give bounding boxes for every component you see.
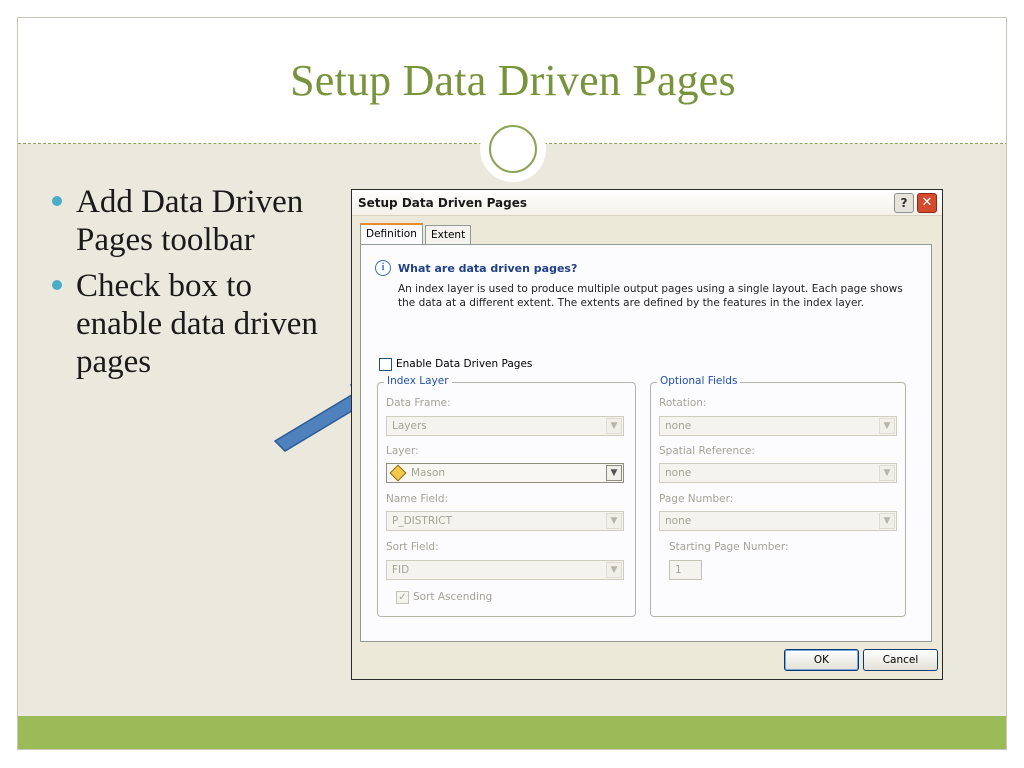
info-icon: i [375,260,391,276]
sort-ascending-label[interactable]: Sort Ascending [413,591,492,603]
slide-title: Setup Data Driven Pages [290,56,736,105]
dialog-title: Setup Data Driven Pages [358,196,528,210]
definition-panel: i What are data driven pages? An index l… [360,244,932,642]
rotation-label: Rotation: [659,397,707,409]
help-icon[interactable]: ? [894,193,914,213]
index-layer-legend: Index Layer [384,375,452,387]
sort-field-label: Sort Field: [386,541,439,553]
bullet-list: Add Data Driven Pages toolbar Check box … [48,183,338,389]
rotation-select[interactable]: none ▼ [659,416,897,436]
sort-field-value: FID [392,564,410,576]
data-frame-label: Data Frame: [386,397,451,409]
bullet-item: Add Data Driven Pages toolbar [48,183,338,259]
chevron-down-icon[interactable]: ▼ [606,513,622,529]
page-number-label: Page Number: [659,493,734,505]
enable-ddp-label[interactable]: Enable Data Driven Pages [396,358,532,370]
slide: Setup Data Driven Pages Add Data Driven … [17,17,1007,750]
enable-ddp-checkbox[interactable] [379,358,392,371]
tab-extent[interactable]: Extent [425,225,472,244]
chevron-down-icon[interactable]: ▼ [606,418,622,434]
bullet-text: Add Data Driven Pages toolbar [76,184,304,258]
ok-button[interactable]: OK [784,649,859,671]
optional-fields-legend: Optional Fields [657,375,741,387]
tab-definition[interactable]: Definition [360,223,423,244]
chevron-down-icon[interactable]: ▼ [879,465,895,481]
bullet-dot-icon [52,196,62,206]
layer-value: Mason [411,467,446,479]
layer-label: Layer: [386,445,419,457]
ring-icon [489,125,537,173]
info-text: An index layer is used to produce multip… [398,283,903,309]
dialog-titlebar[interactable]: Setup Data Driven Pages ? ✕ [352,190,942,216]
sort-ascending-checkbox[interactable]: ✓ [396,591,409,604]
chevron-down-icon[interactable]: ▼ [879,513,895,529]
circle-ornament [480,116,546,182]
chevron-down-icon[interactable]: ▼ [879,418,895,434]
page-number-value: none [665,515,692,527]
chevron-down-icon[interactable]: ▼ [606,562,622,578]
page-number-select[interactable]: none ▼ [659,511,897,531]
data-frame-select[interactable]: Layers ▼ [386,416,624,436]
name-field-select[interactable]: P_DISTRICT ▼ [386,511,624,531]
footer-band [18,716,1006,749]
chevron-down-icon[interactable]: ▼ [606,465,622,481]
rotation-value: none [665,420,692,432]
bullet-dot-icon [52,280,62,290]
cancel-button[interactable]: Cancel [863,649,938,671]
setup-dialog: Setup Data Driven Pages ? ✕ Definition E… [351,189,943,680]
name-field-value: P_DISTRICT [392,515,452,527]
index-layer-group: Index Layer Data Frame: Layers ▼ Layer: … [377,375,636,617]
starting-page-label: Starting Page Number: [669,541,789,553]
layer-select[interactable]: Mason ▼ [386,463,624,483]
info-heading[interactable]: What are data driven pages? [398,262,577,275]
starting-page-input[interactable]: 1 [669,560,702,580]
data-frame-value: Layers [392,420,427,432]
name-field-label: Name Field: [386,493,449,505]
spatial-reference-label: Spatial Reference: [659,445,755,457]
optional-fields-group: Optional Fields Rotation: none ▼ Spatial… [650,375,906,617]
spatial-reference-value: none [665,467,692,479]
spatial-reference-select[interactable]: none ▼ [659,463,897,483]
close-icon[interactable]: ✕ [917,193,937,213]
layer-icon [389,464,407,482]
sort-field-select[interactable]: FID ▼ [386,560,624,580]
